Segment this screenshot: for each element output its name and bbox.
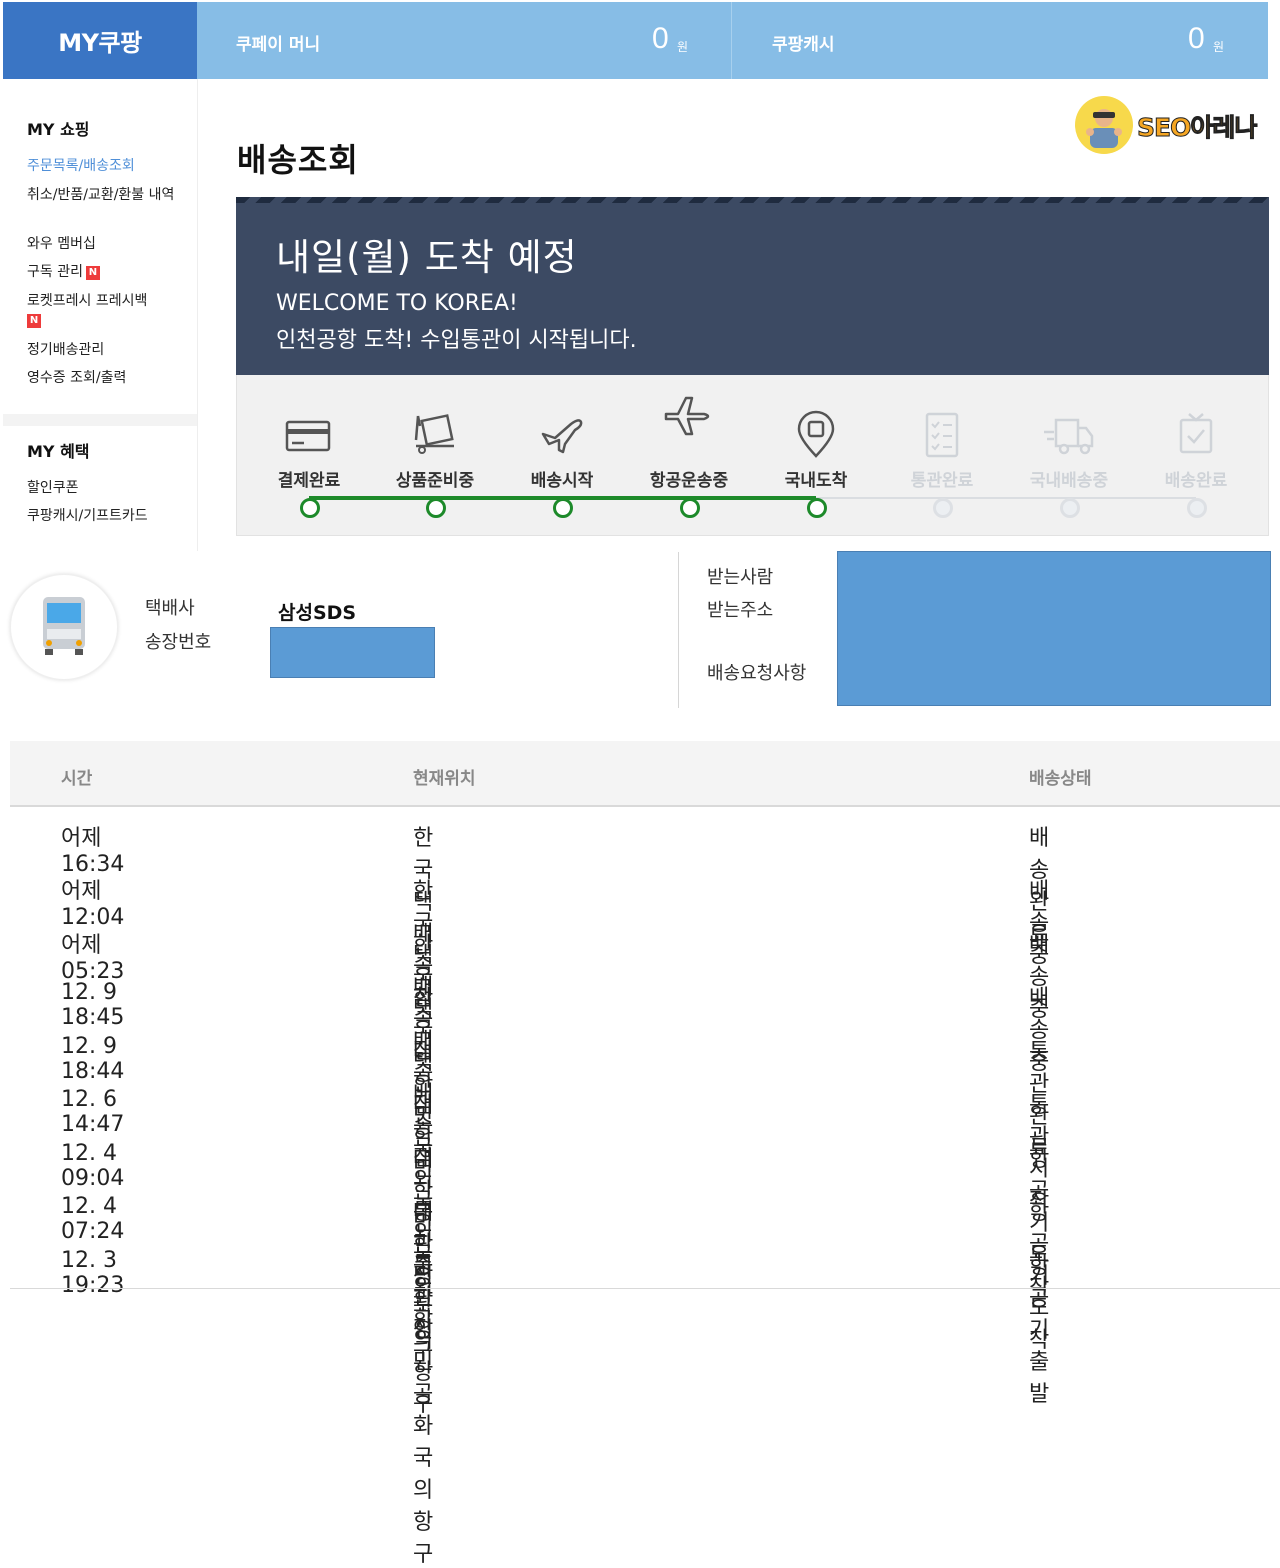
- coupang-cash-unit: 원: [1213, 40, 1225, 54]
- step-dot: [1060, 498, 1080, 518]
- column-header-time: 시간: [61, 769, 93, 789]
- cell-time: 12. 3 19:23: [61, 1248, 125, 1298]
- location-pin-icon: [797, 410, 835, 458]
- step-dot: [553, 498, 573, 518]
- tracking-number-label: 송장번호: [145, 632, 212, 653]
- brand-my-coupang[interactable]: MY쿠팡: [3, 2, 197, 79]
- sidebar-item-label: 로켓프레시 프레시백: [27, 293, 148, 309]
- seo-arena-logo: SEO아레나: [1075, 96, 1275, 156]
- new-badge: N: [27, 314, 41, 328]
- sidebar-benefit-title: MY 혜택: [27, 442, 90, 461]
- sidebar-item-receipts[interactable]: 영수증 조회/출력: [27, 369, 182, 388]
- info-divider: [678, 552, 679, 708]
- top-wallet-bar: [197, 2, 1268, 79]
- recipient-name-label: 받는사람: [707, 567, 774, 588]
- sidebar-shopping-title: MY 쇼핑: [27, 120, 90, 139]
- new-badge: N: [85, 266, 100, 280]
- cell-status: 항공기 출발: [1029, 1254, 1050, 1407]
- sidebar-divider: [3, 414, 197, 426]
- card-icon: [285, 420, 331, 452]
- sidebar-item-label: 구독 관리: [27, 264, 83, 280]
- step-label: 통관완료: [910, 471, 974, 491]
- coupang-cash-amount: 0: [1188, 22, 1205, 55]
- sidebar-item-coupons[interactable]: 할인쿠폰: [27, 479, 182, 498]
- sidebar-item-freshbag[interactable]: 로켓프레시 프레시백 N: [27, 292, 182, 330]
- recipient-address-label: 받는주소: [707, 600, 774, 621]
- step-dot: [426, 498, 446, 518]
- arrival-estimate: 내일(월) 도착 예정: [276, 236, 578, 279]
- logo-wordmark: SEO아레나: [1136, 113, 1257, 143]
- sidebar-item-orders[interactable]: 주문목록/배송조회: [27, 157, 182, 176]
- cell-time: 12. 4 09:04: [61, 1141, 125, 1191]
- courier-label: 택배사: [145, 598, 195, 619]
- courier-avatar: [10, 574, 118, 680]
- column-header-status: 배송상태: [1029, 769, 1092, 789]
- step-label: 결제완료: [277, 471, 341, 491]
- step-dot: [933, 498, 953, 518]
- coupay-money-amount: 0: [652, 22, 669, 55]
- package-check-icon: [1179, 413, 1213, 454]
- step-label: 배송시작: [530, 471, 594, 491]
- cell-time: 어제 12:04: [61, 879, 125, 930]
- sidebar-item-returns[interactable]: 취소/반품/교환/환불 내역: [27, 186, 182, 205]
- page-title: 배송조회: [237, 141, 359, 179]
- recipient-info-redacted: [837, 551, 1271, 706]
- tracking-number-redacted: [270, 627, 435, 678]
- cell-time: 12. 4 07:24: [61, 1194, 125, 1244]
- coupay-money-label[interactable]: 쿠페이 머니: [236, 30, 320, 55]
- top-bar-divider: [731, 2, 732, 79]
- column-header-location: 현재위치: [413, 769, 476, 789]
- delivery-progress: [236, 375, 1269, 536]
- step-dot: [807, 498, 827, 518]
- step-dot: [300, 498, 320, 518]
- cell-time: 어제 16:34: [61, 826, 125, 877]
- courier-name: 삼성SDS: [278, 602, 357, 624]
- step-dot: [1187, 498, 1207, 518]
- banner-welcome: WELCOME TO KOREA!: [276, 291, 518, 316]
- cell-time: 12. 6 14:47: [61, 1087, 125, 1137]
- coupang-cash-label[interactable]: 쿠팡캐시: [772, 30, 835, 55]
- sidebar-item-giftcard[interactable]: 쿠팡캐시/기프트카드: [27, 507, 182, 526]
- sidebar-item-regular-delivery[interactable]: 정기배송관리: [27, 341, 182, 360]
- checklist-icon: [925, 412, 959, 458]
- delivery-banner: 내일(월) 도착 예정 WELCOME TO KOREA! 인천공항 도착! 수…: [236, 197, 1269, 375]
- truck-icon: [1044, 418, 1094, 455]
- table-bottom-border: [10, 1288, 1280, 1289]
- step-label: 배송완료: [1164, 471, 1228, 491]
- cell-time: 12. 9 18:45: [61, 980, 125, 1030]
- cell-location: 중화인민공화국의 항구: [413, 1254, 434, 1567]
- takeoff-icon: [541, 419, 583, 454]
- cell-time: 어제 05:23: [61, 933, 125, 984]
- step-label: 항공운송중: [649, 471, 729, 491]
- sidebar-item-subscription[interactable]: 구독 관리 N: [27, 263, 182, 282]
- airplane-icon: [664, 396, 710, 436]
- banner-stripe: [236, 197, 1269, 203]
- coupay-money-unit: 원: [677, 40, 689, 54]
- step-label: 상품준비중: [395, 471, 475, 491]
- mascot-avatar: [1075, 96, 1133, 154]
- progress-track-pending: [816, 497, 1196, 499]
- step-dot: [680, 498, 700, 518]
- step-label: 국내배송중: [1029, 471, 1109, 491]
- cell-time: 12. 9 18:44: [61, 1034, 125, 1084]
- truck-icon: [43, 597, 85, 655]
- box-icon: [414, 414, 454, 454]
- delivery-request-label: 배송요청사항: [707, 663, 807, 684]
- sidebar-item-wow-membership[interactable]: 와우 멤버십: [27, 235, 182, 254]
- step-label: 국내도착: [784, 471, 848, 491]
- banner-status-message: 인천공항 도착! 수입통관이 시작됩니다.: [276, 328, 637, 353]
